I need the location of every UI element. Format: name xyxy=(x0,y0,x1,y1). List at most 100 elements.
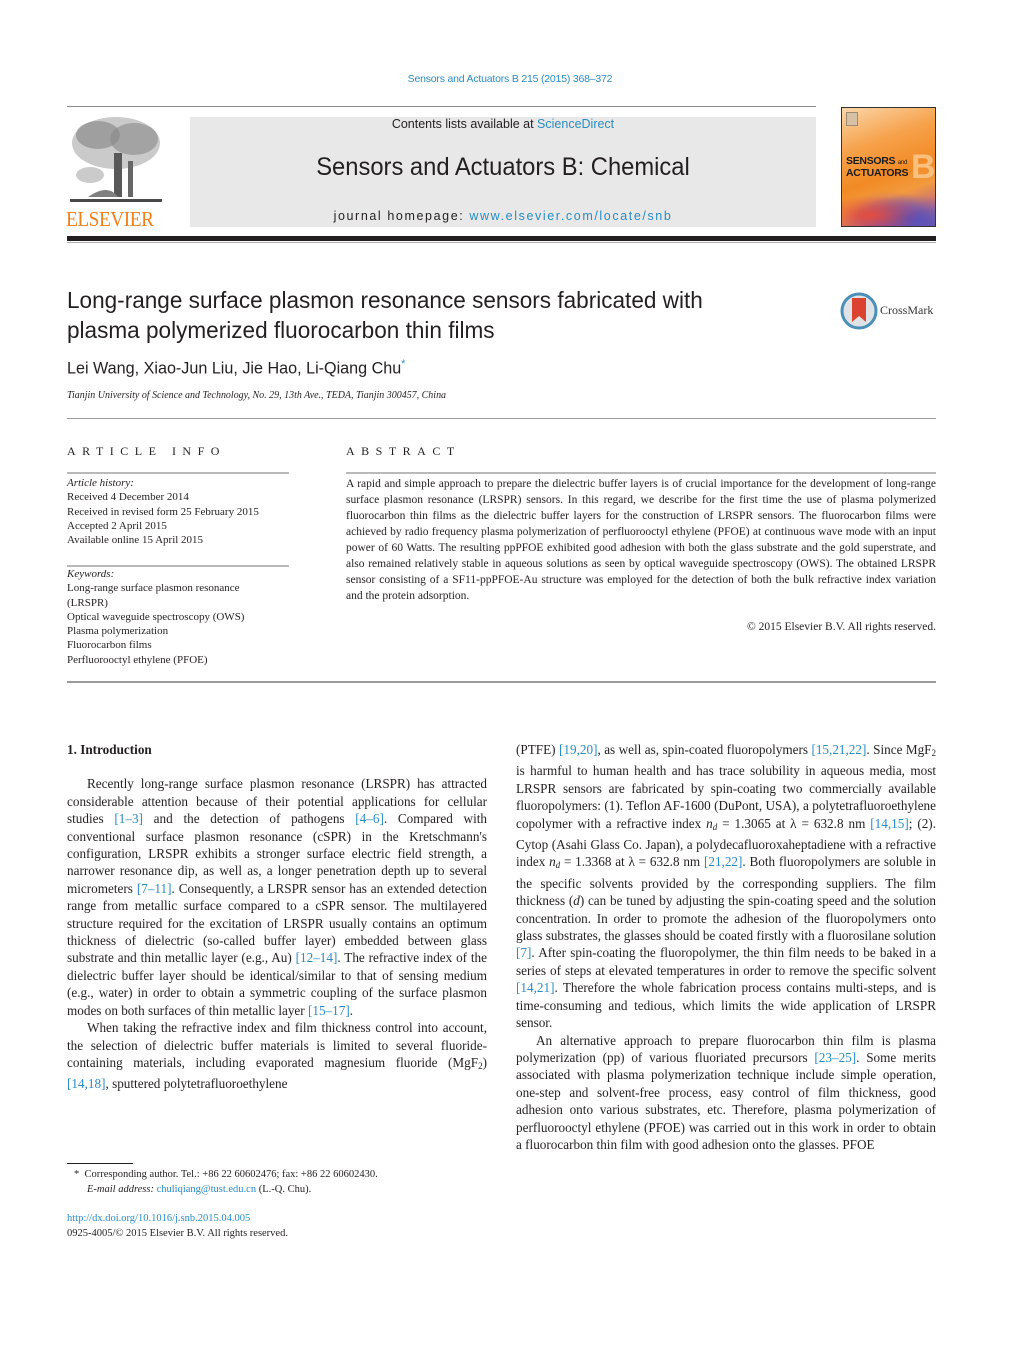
issn-copyright: 0925-4005/© 2015 Elsevier B.V. All right… xyxy=(67,1227,288,1239)
keyword-item: Long-range surface plasmon resonance (LR… xyxy=(67,582,240,609)
journal-masthead: Contents lists available at ScienceDirec… xyxy=(190,117,816,227)
citation-link[interactable]: [14,21] xyxy=(516,980,554,995)
text-run: = 1.3368 at λ = 632.8 nm xyxy=(560,854,704,870)
body-paragraph: Recently long-range surface plasmon reso… xyxy=(67,775,487,1019)
citation-link[interactable]: [23–25] xyxy=(814,1050,856,1065)
elsevier-logo[interactable]: ELSEVIER xyxy=(66,113,170,231)
top-divider xyxy=(67,106,816,107)
cover-title-word1: SENSORS xyxy=(846,155,896,167)
body-column-left: 1. Introduction Recently long-range surf… xyxy=(67,741,487,1093)
text-run: , sputtered polytetrafluoroethylene xyxy=(105,1076,288,1092)
article-history-label: Article history: xyxy=(67,477,134,489)
author-list: Lei Wang, Xiao-Jun Liu, Jie Hao, Li-Qian… xyxy=(67,358,405,379)
divider xyxy=(67,681,936,683)
sciencedirect-link[interactable]: ScienceDirect xyxy=(537,117,614,131)
body-paragraph: An alternative approach to prepare fluor… xyxy=(516,1032,936,1154)
citation-link[interactable]: [15–17] xyxy=(308,1003,350,1018)
text-run: = 1.3065 at λ = 632.8 nm xyxy=(717,815,871,831)
elsevier-tree-icon xyxy=(68,113,164,207)
affiliation: Tianjin University of Science and Techno… xyxy=(67,390,447,401)
contents-prefix: Contents lists available at xyxy=(391,117,538,131)
text-run: (PTFE) xyxy=(516,742,559,757)
text-run: When taking the refractive index and fil… xyxy=(67,1020,487,1070)
homepage-line: journal homepage: www.elsevier.com/locat… xyxy=(190,209,816,223)
cover-letter: B xyxy=(911,148,936,186)
email-suffix: (L.-Q. Chu). xyxy=(256,1183,312,1195)
text-run: . Some merits associated with plasma pol… xyxy=(516,1049,936,1152)
corresponding-author-mark[interactable]: * xyxy=(401,358,405,370)
header-thin-divider xyxy=(67,242,936,243)
doi-block: http://dx.doi.org/10.1016/j.snb.2015.04.… xyxy=(67,1212,288,1241)
body-column-right: (PTFE) [19,20], as well as, spin-coated … xyxy=(516,741,936,1153)
body-paragraph: When taking the refractive index and fil… xyxy=(67,1019,487,1093)
text-run: ) xyxy=(482,1054,487,1070)
text-run: ) can be tuned by adjusting the spin-coa… xyxy=(516,893,936,944)
history-item: Received in revised form 25 February 201… xyxy=(67,505,259,518)
cover-publisher-badge xyxy=(846,112,858,126)
email-label: E-mail address: xyxy=(87,1183,154,1195)
italic-symbol: d xyxy=(573,893,580,909)
divider xyxy=(346,472,936,474)
citation-link[interactable]: [4–6] xyxy=(355,811,384,826)
email-link[interactable]: chuliqiang@tust.edu.cn xyxy=(157,1184,256,1195)
footnote-divider xyxy=(67,1163,133,1164)
citation-link[interactable]: [7] xyxy=(516,945,531,960)
keyword-item: Fluorocarbon films xyxy=(67,639,152,652)
history-item: Available online 15 April 2015 xyxy=(67,534,204,547)
authors-text: Lei Wang, Xiao-Jun Liu, Jie Hao, Li-Qian… xyxy=(67,358,402,378)
citation-link[interactable]: [21,22] xyxy=(704,854,742,869)
abstract-copyright: © 2015 Elsevier B.V. All rights reserved… xyxy=(747,621,936,633)
section-title: 1. Introduction xyxy=(67,742,152,757)
email-line: E-mail address: chuliqiang@tust.edu.cn (… xyxy=(74,1183,494,1198)
italic-symbol: n xyxy=(706,815,713,831)
keyword-item: Optical waveguide spectroscopy (OWS) xyxy=(67,610,245,623)
paper-title: Long-range surface plasmon resonance sen… xyxy=(67,287,703,343)
citation-link[interactable]: [14,15] xyxy=(870,816,908,831)
keyword-item: Plasma polymerization xyxy=(67,625,169,638)
italic-symbol: n xyxy=(549,854,556,870)
crossmark-button[interactable]: CrossMark xyxy=(840,292,940,330)
cover-artwork xyxy=(842,190,935,226)
divider xyxy=(67,472,289,474)
history-item: Accepted 2 April 2015 xyxy=(67,519,167,532)
text-run: . Therefore the whole fabrication proces… xyxy=(516,980,936,1031)
article-history: Article history: Received 4 December 201… xyxy=(67,476,297,547)
doi-link[interactable]: http://dx.doi.org/10.1016/j.snb.2015.04.… xyxy=(67,1212,288,1227)
cover-title-and: and xyxy=(897,160,907,166)
citation-link[interactable]: [12–14] xyxy=(296,950,338,965)
header-thick-divider xyxy=(67,236,936,241)
crossmark-icon xyxy=(840,292,878,330)
keywords: Keywords: Long-range surface plasmon res… xyxy=(67,567,297,667)
text-run: , as well as, spin-coated fluoropolymers xyxy=(597,742,812,757)
cover-title-line2: ACTUATORS xyxy=(846,167,909,179)
history-item: Received 4 December 2014 xyxy=(67,491,189,504)
abstract-text: A rapid and simple approach to prepare t… xyxy=(346,478,936,602)
footnote-line: * Corresponding author. Tel.: +86 22 606… xyxy=(74,1168,494,1183)
corresponding-contact: Corresponding author. Tel.: +86 22 60602… xyxy=(84,1169,378,1180)
keyword-item: Perfluorooctyl ethylene (PFOE) xyxy=(67,653,208,666)
text-run: . Since MgF xyxy=(866,742,932,757)
crossmark-label: CrossMark xyxy=(880,303,934,317)
citation-link[interactable]: [19,20] xyxy=(559,742,597,757)
abstract-heading: ABSTRACT xyxy=(346,444,461,458)
article-info-heading: ARTICLE INFO xyxy=(67,444,226,458)
keywords-label: Keywords: xyxy=(67,568,115,580)
citation-link[interactable]: [14,18] xyxy=(67,1076,105,1091)
contents-line: Contents lists available at ScienceDirec… xyxy=(190,117,816,131)
homepage-prefix: journal homepage: xyxy=(333,209,470,223)
citation-link[interactable]: [15,21,22] xyxy=(811,742,866,757)
journal-citation-link[interactable]: Sensors and Actuators B 215 (2015) 368–3… xyxy=(0,73,1020,85)
text-run: . After spin-coating the fluoropolymer, … xyxy=(516,945,936,978)
corresponding-author-footnote: * Corresponding author. Tel.: +86 22 606… xyxy=(74,1168,494,1197)
text-run: and the detection of pathogens xyxy=(142,811,356,827)
text-run: . xyxy=(349,1002,354,1018)
journal-title: Sensors and Actuators B: Chemical xyxy=(316,153,690,181)
cover-title-line1: SENSORS and xyxy=(846,155,907,167)
elsevier-wordmark: ELSEVIER xyxy=(66,207,154,231)
citation-link[interactable]: [7–11] xyxy=(137,881,172,896)
citation-link[interactable]: [1–3] xyxy=(114,811,143,826)
footnote-mark: * xyxy=(74,1169,80,1180)
body-paragraph: (PTFE) [19,20], as well as, spin-coated … xyxy=(516,741,936,1032)
journal-homepage-link[interactable]: www.elsevier.com/locate/snb xyxy=(469,209,672,223)
journal-cover-image[interactable]: B SENSORS and ACTUATORS xyxy=(841,107,936,227)
